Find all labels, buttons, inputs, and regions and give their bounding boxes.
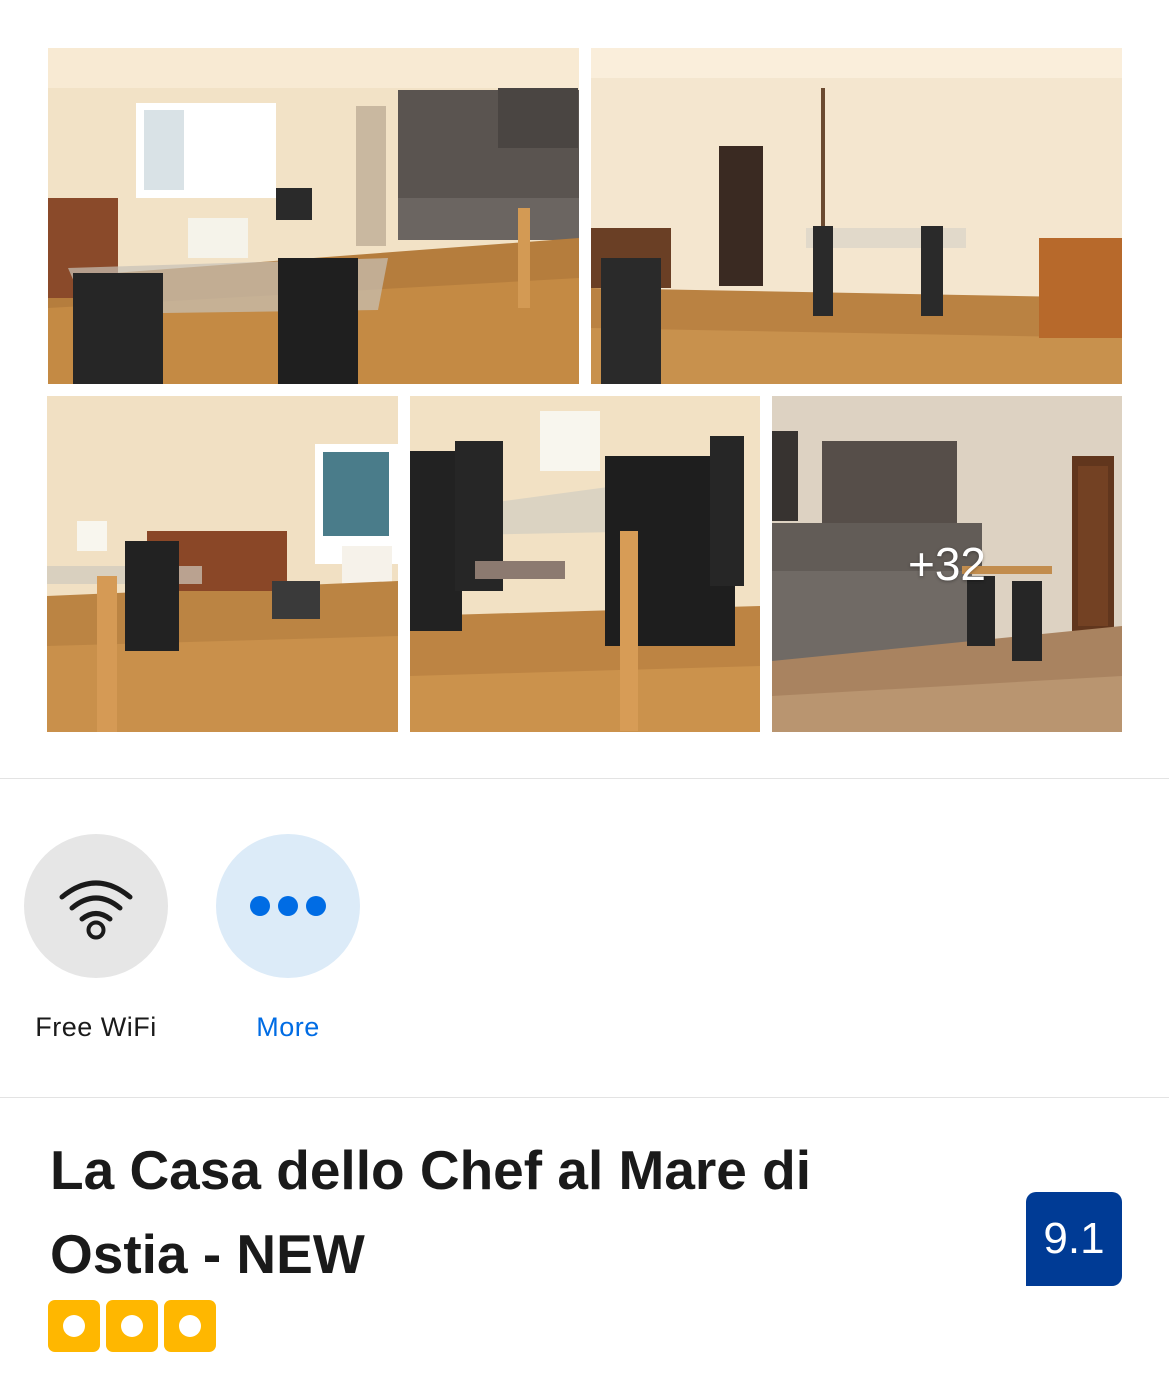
lounge-photo [47,396,398,732]
rating-square-icon [48,1300,100,1352]
more-label: More [256,1012,320,1042]
more-photos-count[interactable]: +32 [772,396,1122,732]
star-rating [48,1300,216,1352]
ellipsis-icon [250,896,326,916]
rating-square-icon [106,1300,158,1352]
gallery-photo-4[interactable] [410,396,760,732]
more-circle [216,834,360,978]
gallery-photo-5[interactable]: +32 [772,396,1122,732]
rating-square-icon [164,1300,216,1352]
property-title: La Casa dello Chef al Mare di Ostia - NE… [50,1139,812,1285]
section-divider-bottom [0,1097,1169,1098]
wifi-label: Free WiFi [35,1012,157,1042]
gallery-photo-1[interactable] [48,48,579,384]
section-divider-top [0,778,1169,779]
dining-table-photo [410,396,760,732]
review-score-badge[interactable]: 9.1 [1026,1192,1122,1286]
facility-free-wifi[interactable]: Free WiFi [24,834,168,1042]
gallery-photo-3[interactable] [47,396,398,732]
wifi-icon [59,880,133,940]
facility-more[interactable]: More [216,834,360,1042]
wifi-circle [24,834,168,978]
gallery-photo-2[interactable] [591,48,1122,384]
dining-room-photo [591,48,1122,384]
living-room-photo [48,48,579,384]
